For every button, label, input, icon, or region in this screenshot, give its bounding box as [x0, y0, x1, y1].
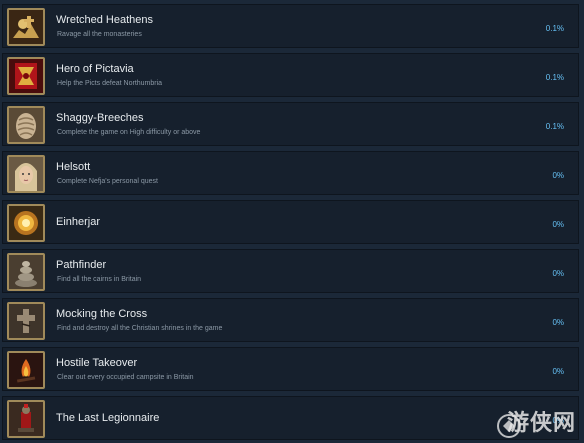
fur-breeches-icon — [7, 106, 45, 144]
legionnaire-icon — [7, 400, 45, 438]
achievement-row[interactable]: Hero of Pictavia Help the Picts defeat N… — [2, 53, 579, 97]
achievement-description: Complete Nefja's personal quest — [57, 178, 158, 185]
broken-cross-icon — [7, 302, 45, 340]
achievement-title: Shaggy-Breeches — [56, 112, 144, 124]
achievement-title: Mocking the Cross — [56, 308, 148, 320]
achievement-description: Find and destroy all the Christian shrin… — [57, 325, 223, 332]
unlock-percentage: 0.1% — [545, 73, 564, 82]
achievement-row[interactable]: The Last Legionnaire 0% — [2, 396, 579, 440]
achievement-title: Einherjar — [56, 216, 101, 228]
unlock-percentage: 0% — [552, 220, 564, 229]
achievement-row[interactable]: Wretched Heathens Ravage all the monaste… — [2, 4, 579, 48]
achievement-row[interactable]: Mocking the Cross Find and destroy all t… — [2, 298, 579, 342]
achievement-row[interactable]: Shaggy-Breeches Complete the game on Hig… — [2, 102, 579, 146]
unlock-percentage: 0% — [552, 269, 564, 278]
achievement-title: Pathfinder — [56, 259, 107, 271]
achievement-description: Ravage all the monasteries — [57, 31, 142, 38]
campfire-icon — [7, 351, 45, 389]
unlock-percentage: 0% — [552, 318, 564, 327]
achievement-description: Help the Picts defeat Northumbria — [57, 80, 163, 87]
achievement-title: Helsott — [56, 161, 91, 173]
unlock-percentage: 0% — [552, 171, 564, 180]
achievement-title: Hero of Pictavia — [56, 63, 134, 75]
red-banner-icon — [7, 57, 45, 95]
achievement-title: Wretched Heathens — [56, 14, 154, 26]
achievement-row[interactable]: Hostile Takeover Clear out every occupie… — [2, 347, 579, 391]
achievement-row[interactable]: Helsott Complete Nefja's personal quest … — [2, 151, 579, 195]
achievement-title: The Last Legionnaire — [56, 412, 160, 424]
golden-burst-icon — [7, 204, 45, 242]
stone-cairn-icon — [7, 253, 45, 291]
achievement-description: Complete the game on High difficulty or … — [57, 129, 201, 136]
achievement-row[interactable]: Einherjar 0% — [2, 200, 579, 244]
watermark-text: 游侠网 — [506, 411, 576, 436]
woman-portrait-icon — [7, 155, 45, 193]
achievement-description: Clear out every occupied campsite in Bri… — [57, 374, 194, 381]
achievement-title: Hostile Takeover — [56, 357, 138, 369]
achievement-row[interactable]: Pathfinder Find all the cairns in Britai… — [2, 249, 579, 293]
unlock-percentage: 0% — [552, 367, 564, 376]
achievement-description: Find all the cairns in Britain — [57, 276, 142, 283]
achievement-list: Wretched Heathens Ravage all the monaste… — [0, 0, 584, 443]
unlock-percentage: 0.1% — [545, 24, 564, 33]
unlock-percentage: 0.1% — [545, 122, 564, 131]
gold-treasure-icon — [7, 8, 45, 46]
